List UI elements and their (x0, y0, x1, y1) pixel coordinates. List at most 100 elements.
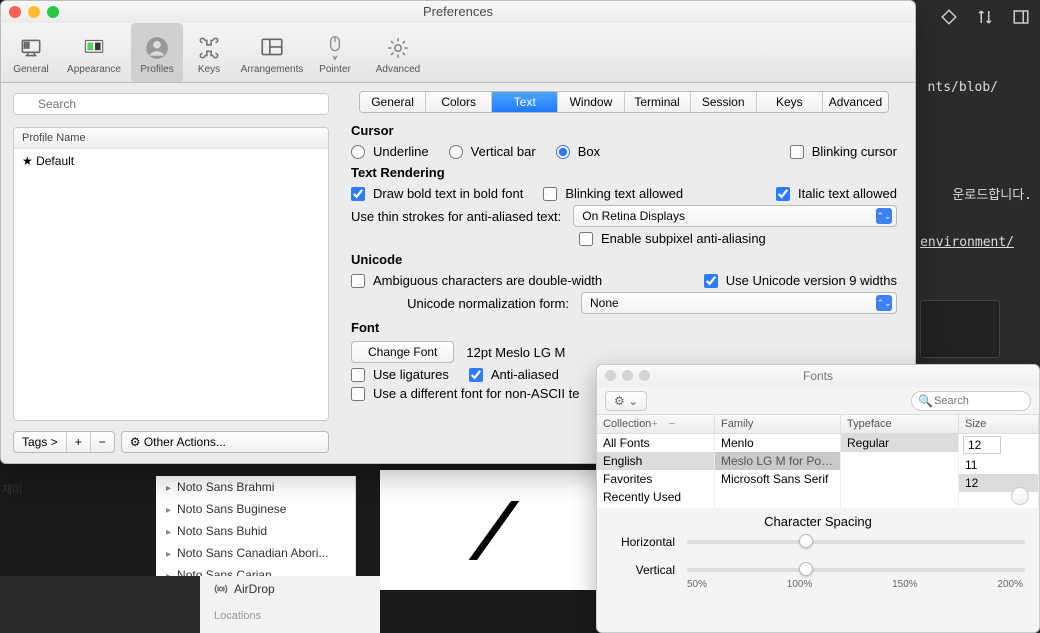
list-item[interactable]: 11 (959, 456, 1038, 474)
fonts-panel: Fonts ⚙ ⌄ 🔍 Collection+ − Family Typefac… (596, 364, 1040, 633)
locations-header: Locations (214, 610, 366, 622)
list-item[interactable]: Noto Sans Buginese (156, 498, 355, 520)
thin-strokes-select[interactable]: On Retina Displays⌃⌄ (573, 205, 897, 227)
unicode9-checkbox[interactable]: Use Unicode version 9 widths (704, 273, 897, 288)
minimize-button[interactable] (622, 370, 633, 381)
normalization-select[interactable]: None⌃⌄ (581, 292, 897, 314)
airdrop-icon (214, 582, 228, 596)
font-preview: ⁄⁄ (380, 470, 596, 590)
diamond-icon[interactable] (940, 8, 958, 29)
list-item[interactable]: Noto Sans Canadian Abori... (156, 542, 355, 564)
tags-button[interactable]: Tags > (14, 432, 67, 452)
toolbar-appearance[interactable]: Appearance (57, 23, 131, 82)
list-item[interactable]: Noto Sans Buhid (156, 520, 355, 542)
other-actions-dropdown[interactable]: ⚙ Other Actions... (121, 431, 329, 453)
toolbar-advanced[interactable]: Advanced (361, 23, 435, 82)
zoom-button[interactable] (639, 370, 650, 381)
profile-row-default[interactable]: ★ Default (14, 149, 328, 173)
cursor-underline-radio[interactable]: Underline (351, 144, 429, 159)
profile-search-input[interactable] (13, 93, 329, 115)
list-item[interactable]: All Fonts (597, 434, 714, 452)
toolbar-profiles[interactable]: Profiles (131, 23, 183, 82)
close-button[interactable] (605, 370, 616, 381)
normalization-label: Unicode normalization form: (351, 296, 569, 311)
cursor-box-radio[interactable]: Box (556, 144, 600, 159)
font-heading: Font (351, 320, 897, 335)
family-list[interactable]: Menlo Meslo LG M for Powerline Microsoft… (715, 434, 841, 508)
collection-list[interactable]: All Fonts English Favorites Recently Use… (597, 434, 715, 508)
ambiguous-width-checkbox[interactable]: Ambiguous characters are double-width (351, 273, 602, 288)
list-item[interactable]: Recently Used (597, 488, 714, 506)
bold-font-checkbox[interactable]: Draw bold text in bold font (351, 186, 523, 201)
tab-general[interactable]: General (360, 92, 426, 112)
fonts-title: Fonts (803, 369, 833, 383)
gear-icon: ⚙ (130, 435, 141, 449)
remove-profile-button[interactable]: − (91, 432, 114, 452)
chevron-down-icon: ⌄ (628, 394, 638, 408)
cursor-vertical-radio[interactable]: Vertical bar (449, 144, 536, 159)
tab-terminal[interactable]: Terminal (625, 92, 691, 112)
list-item[interactable]: Microsoft Sans Serif (715, 470, 840, 488)
bg-korean: 운로드합니다. (952, 184, 1032, 203)
non-ascii-font-checkbox[interactable]: Use a different font for non-ASCII te (351, 386, 579, 401)
fonts-titlebar[interactable]: Fonts (597, 365, 1039, 387)
list-item[interactable]: Meslo LG M for Powerline (715, 452, 840, 470)
antialiased-checkbox[interactable]: Anti-aliased (469, 367, 559, 382)
profile-tabs: General Colors Text Window Terminal Sess… (359, 91, 889, 113)
toolbar-pointer[interactable]: Pointer (309, 23, 361, 82)
window-title: Preferences (423, 4, 493, 19)
typeface-list[interactable]: Regular (841, 434, 959, 508)
panel-icon[interactable] (1012, 8, 1030, 29)
list-item[interactable]: English (597, 452, 714, 470)
size-color-well[interactable] (1011, 487, 1029, 505)
close-button[interactable] (9, 6, 21, 18)
airdrop-item[interactable]: AirDrop (214, 582, 366, 596)
rendering-heading: Text Rendering (351, 165, 897, 180)
zoom-button[interactable] (47, 6, 59, 18)
subpixel-checkbox[interactable]: Enable subpixel anti-aliasing (579, 231, 766, 246)
tab-window[interactable]: Window (558, 92, 624, 112)
blinking-text-checkbox[interactable]: Blinking text allowed (543, 186, 683, 201)
profiles-sidebar: 🔍 Profile Name ★ Default Tags > + − ⚙ Ot… (1, 83, 341, 463)
size-input[interactable] (963, 436, 1001, 454)
tab-text[interactable]: Text (492, 92, 558, 112)
list-item[interactable]: Regular (841, 434, 958, 452)
toolbar-general[interactable]: General (5, 23, 57, 82)
titlebar[interactable]: Preferences (1, 1, 915, 23)
vertical-slider[interactable] (687, 568, 1025, 572)
finder-dark-strip (0, 576, 200, 633)
compare-icon[interactable] (976, 8, 994, 29)
profile-list[interactable]: Profile Name ★ Default (13, 127, 329, 421)
horizontal-slider[interactable] (687, 540, 1025, 544)
vertical-label: Vertical (611, 563, 675, 577)
list-item[interactable]: Menlo (715, 434, 840, 452)
preferences-toolbar: General Appearance Profiles Keys Arrange… (1, 23, 915, 83)
bg-box (920, 300, 1000, 358)
bg-path: nts/blob/ (928, 80, 998, 95)
current-font-label: 12pt Meslo LG M (466, 345, 565, 360)
collection-add-remove[interactable]: + − (651, 418, 679, 430)
toolbar-keys[interactable]: Keys (183, 23, 235, 82)
add-profile-button[interactable]: + (67, 432, 91, 452)
tags-segment[interactable]: Tags > + − (13, 431, 115, 453)
toolbar-arrangements[interactable]: Arrangements (235, 23, 309, 82)
change-font-button[interactable]: Change Font (351, 341, 454, 363)
tab-keys[interactable]: Keys (757, 92, 823, 112)
chevron-updown-icon: ⌃⌄ (876, 295, 892, 311)
tab-advanced[interactable]: Advanced (823, 92, 888, 112)
list-item[interactable]: Noto Sans Brahmi (156, 476, 355, 498)
fonts-actions-menu[interactable]: ⚙ ⌄ (605, 391, 647, 411)
list-item[interactable]: Favorites (597, 470, 714, 488)
ligatures-checkbox[interactable]: Use ligatures (351, 367, 449, 382)
tab-colors[interactable]: Colors (426, 92, 492, 112)
finder-label: 재미 (2, 481, 22, 497)
tab-session[interactable]: Session (691, 92, 757, 112)
finder-sidebar: AirDrop Locations (200, 576, 380, 633)
blinking-cursor-checkbox[interactable]: Blinking cursor (790, 144, 897, 159)
gear-icon: ⚙ (614, 394, 625, 408)
minimize-button[interactable] (28, 6, 40, 18)
spacing-heading: Character Spacing (611, 514, 1025, 529)
italic-text-checkbox[interactable]: Italic text allowed (776, 186, 897, 201)
fonts-columns-header: Collection+ − Family Typeface Size (597, 415, 1039, 434)
profile-list-header: Profile Name (14, 128, 328, 149)
